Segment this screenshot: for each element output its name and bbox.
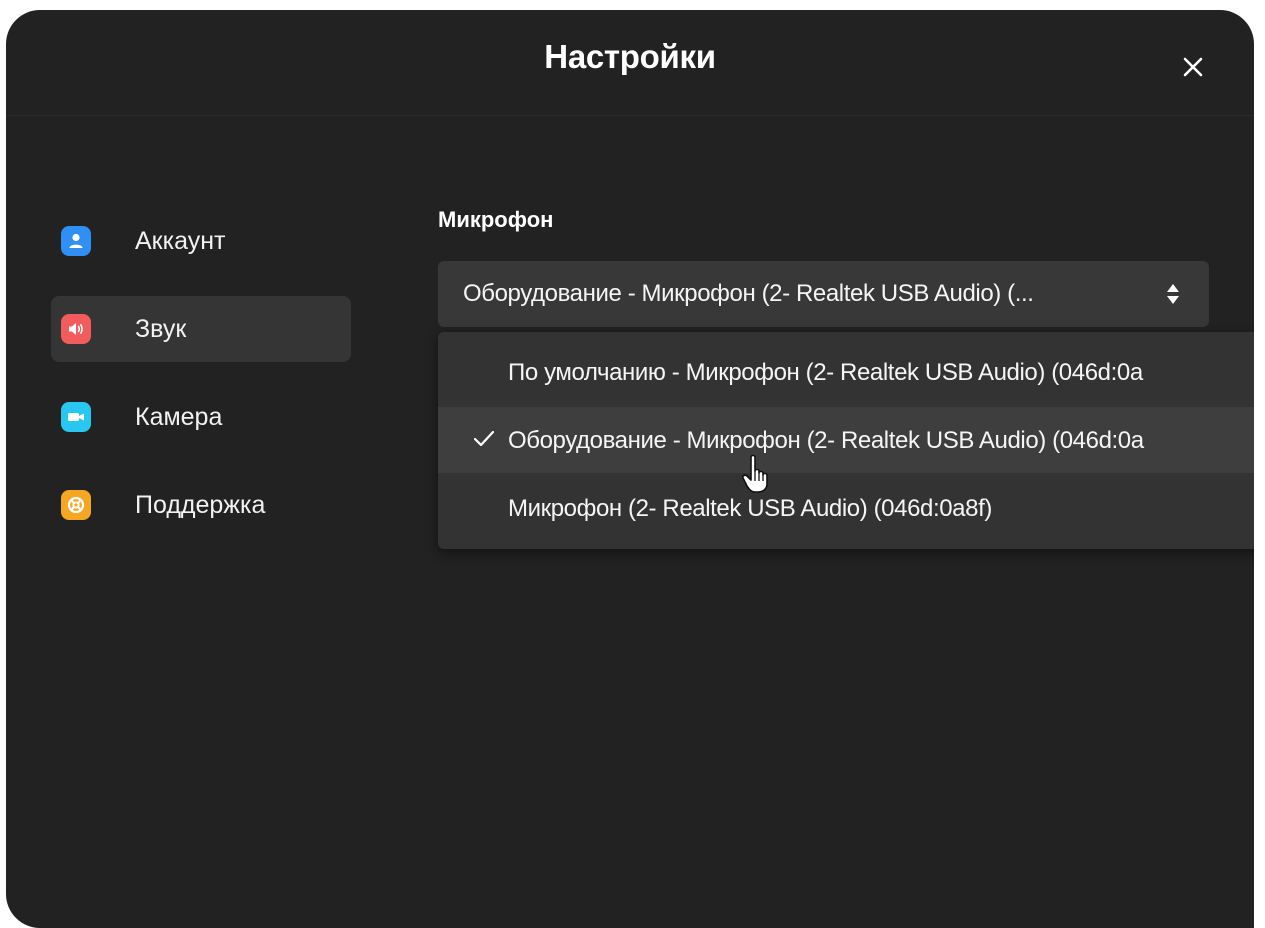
microphone-label: Микрофон bbox=[438, 207, 554, 232]
option-label: По умолчанию - Микрофон (2- Realtek USB … bbox=[508, 359, 1143, 386]
speaker-icon bbox=[61, 314, 91, 344]
microphone-option[interactable]: По умолчанию - Микрофон (2- Realtek USB … bbox=[438, 339, 1254, 405]
hand-cursor-icon bbox=[742, 454, 768, 493]
microphone-select[interactable]: Оборудование - Микрофон (2- Realtek USB … bbox=[438, 261, 1209, 327]
sort-arrows-icon bbox=[1167, 284, 1179, 304]
sidebar-item-support[interactable]: Поддержка bbox=[51, 472, 351, 538]
sidebar-item-label: Звук bbox=[135, 314, 187, 343]
microphone-option[interactable]: Микрофон (2- Realtek USB Audio) (046d:0a… bbox=[438, 475, 1254, 541]
lifebuoy-icon bbox=[61, 490, 91, 520]
close-button[interactable] bbox=[1176, 50, 1210, 84]
microphone-select-value: Оборудование - Микрофон (2- Realtek USB … bbox=[463, 280, 1034, 307]
user-icon bbox=[61, 226, 91, 256]
sidebar-item-label: Аккаунт bbox=[135, 226, 226, 255]
sidebar-item-camera[interactable]: Камера bbox=[51, 384, 351, 450]
close-icon bbox=[1183, 57, 1203, 77]
settings-dialog: Настройки Аккаунт Звук Камера Поддержка … bbox=[6, 10, 1254, 928]
dialog-title: Настройки bbox=[544, 38, 716, 75]
option-label: Оборудование - Микрофон (2- Realtek USB … bbox=[508, 427, 1144, 454]
microphone-option-selected[interactable]: Оборудование - Микрофон (2- Realtek USB … bbox=[438, 407, 1254, 473]
sidebar-item-label: Камера bbox=[135, 402, 223, 431]
microphone-dropdown: По умолчанию - Микрофон (2- Realtek USB … bbox=[438, 332, 1254, 549]
sidebar-item-label: Поддержка bbox=[135, 490, 266, 519]
checkmark-icon bbox=[473, 430, 495, 447]
sidebar-item-account[interactable]: Аккаунт bbox=[51, 208, 351, 274]
settings-sidebar: Аккаунт Звук Камера Поддержка bbox=[51, 208, 351, 560]
sidebar-item-sound[interactable]: Звук bbox=[51, 296, 351, 362]
dialog-header: Настройки bbox=[6, 10, 1254, 116]
camera-icon bbox=[61, 402, 91, 432]
option-label: Микрофон (2- Realtek USB Audio) (046d:0a… bbox=[508, 495, 992, 522]
